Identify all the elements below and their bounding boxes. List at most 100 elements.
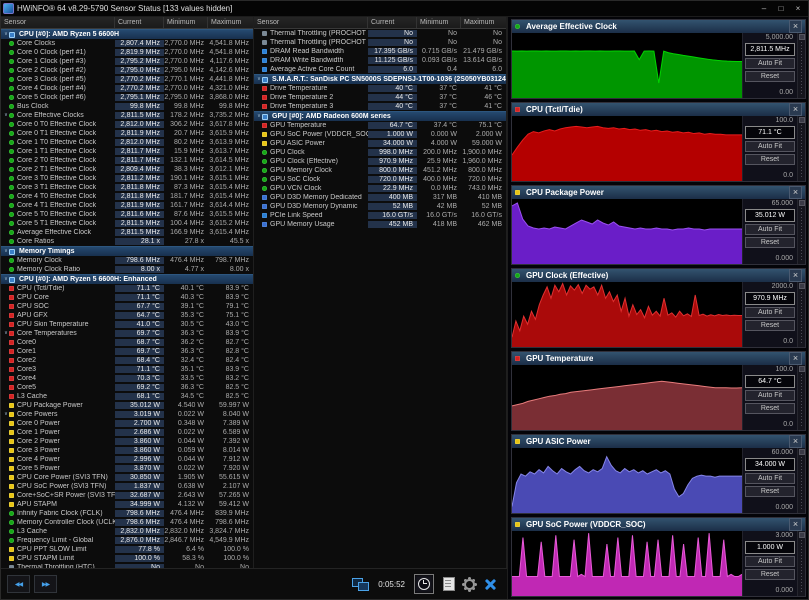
- sensor-row[interactable]: Core+SoC+SR Power (SVI3 TFN) 32.687 W 2.64…: [1, 491, 253, 500]
- close-icon[interactable]: ×: [789, 269, 802, 282]
- close-icon[interactable]: ×: [789, 186, 802, 199]
- auto-fit-button[interactable]: Auto Fit: [745, 141, 795, 152]
- sensor-row[interactable]: Core 3 T0 Effective Clock 2,811.2 MHz 190.…: [1, 174, 253, 183]
- graph-titlebar[interactable]: Average Effective Clock ×: [512, 20, 805, 33]
- reset-button[interactable]: Reset: [745, 237, 795, 248]
- panel-scrollbar[interactable]: [797, 448, 805, 513]
- auto-fit-button[interactable]: Auto Fit: [745, 307, 795, 318]
- sensor-row[interactable]: Core 4 Clock (perf #4) 2,770.2 MHz 2,770.0…: [1, 84, 253, 93]
- gear-icon[interactable]: [464, 578, 475, 590]
- sensor-row[interactable]: Average Active Core Count 6.0 0.4 6.0: [254, 65, 506, 74]
- sensor-row[interactable]: ∨ Core Powers 3.019 W 0.022 W 8.040 W: [1, 410, 253, 419]
- sensor-row[interactable]: Core 1 Clock (perf #3) 2,795.2 MHz 2,770.0…: [1, 57, 253, 66]
- reset-button[interactable]: Reset: [745, 403, 795, 414]
- auto-fit-button[interactable]: Auto Fit: [745, 556, 795, 567]
- sensor-row[interactable]: DRAM Read Bandwidth 17.395 GB/s 0.715 GB/s…: [254, 47, 506, 56]
- sensor-row[interactable]: ∨ Core Temperatures 69.7 °C 36.3 °C 83.9 °C: [1, 329, 253, 338]
- column-header-sensor[interactable]: Sensor: [254, 17, 368, 28]
- sensor-row[interactable]: CPU SOC 67.7 °C 39.1 °C 79.1 °C: [1, 302, 253, 311]
- maximize-icon[interactable]: □: [773, 3, 789, 15]
- column-header-minimum[interactable]: Minimum: [417, 17, 461, 28]
- sensor-row[interactable]: Core 0 T1 Effective Clock 2,811.9 MHz 20.7…: [1, 129, 253, 138]
- sensor-row[interactable]: Infinity Fabric Clock (FCLK) 798.6 MHz 476…: [1, 509, 253, 518]
- sensor-row[interactable]: Core 5 Clock (perf #6) 2,795.1 MHz 2,795.0…: [1, 93, 253, 102]
- sensor-row[interactable]: GPU Temperature 64.7 °C 37.4 °C 75.1 °C: [254, 121, 506, 130]
- column-header-sensor[interactable]: Sensor: [1, 17, 115, 28]
- sensor-row[interactable]: GPU Clock 998.0 MHz 200.0 MHz 1,900.0 MHz: [254, 148, 506, 157]
- sensor-row[interactable]: L3 Cache 2,832.0 MHz 2,832.0 MHz 3,824.7 MH…: [1, 527, 253, 536]
- close-icon[interactable]: ×: [790, 3, 806, 15]
- sensor-row[interactable]: Memory Clock 798.6 MHz 476.4 MHz 798.7 MHz: [1, 256, 253, 265]
- graph-titlebar[interactable]: GPU ASIC Power ×: [512, 435, 805, 448]
- sensor-row[interactable]: GPU SoC Clock 720.0 MHz 400.0 MHz 720.0 MHz: [254, 175, 506, 184]
- sensor-row[interactable]: Core 1 T1 Effective Clock 2,811.7 MHz 15.9…: [1, 147, 253, 156]
- graph-titlebar[interactable]: GPU SoC Power (VDDCR_SOC) ×: [512, 518, 805, 531]
- sensor-row[interactable]: Drive Temperature 2 44 °C 37 °C 46 °C: [254, 93, 506, 102]
- close-sensors-button[interactable]: [484, 578, 497, 591]
- sensor-row[interactable]: CPU Core Power (SVI3 TFN) 30.850 W 1.905 W…: [1, 473, 253, 482]
- minimize-icon[interactable]: –: [756, 3, 772, 15]
- section-header[interactable]: ∨ GPU [#0]: AMD Radeon 600M series: [254, 111, 506, 121]
- sensor-row[interactable]: Core 5 Power 3.870 W 0.022 W 7.920 W: [1, 464, 253, 473]
- section-header[interactable]: ∨ CPU [#0]: AMD Ryzen 5 6600H: [1, 29, 253, 39]
- panel-scrollbar[interactable]: [797, 199, 805, 264]
- graph-titlebar[interactable]: CPU Package Power ×: [512, 186, 805, 199]
- close-icon[interactable]: ×: [789, 20, 802, 33]
- sensor-row[interactable]: CPU (Tctl/Tdie) 71.1 °C 40.1 °C 83.9 °C: [1, 284, 253, 293]
- section-header[interactable]: ∨ S.M.A.R.T.: SanDisk PC SN5000S SDEPNSJ-…: [254, 74, 506, 84]
- sensor-row[interactable]: Core 4 T1 Effective Clock 2,811.9 MHz 161.…: [1, 201, 253, 210]
- close-icon[interactable]: ×: [789, 435, 802, 448]
- table-header[interactable]: Sensor Current Minimum Maximum: [1, 17, 253, 29]
- sensor-row[interactable]: Memory Controller Clock (UCLK) 798.6 MHz 4…: [1, 518, 253, 527]
- sensor-row[interactable]: Drive Temperature 3 40 °C 37 °C 41 °C: [254, 102, 506, 111]
- sensor-row[interactable]: Core 1 T0 Effective Clock 2,812.0 MHz 80.2…: [1, 138, 253, 147]
- sensor-row[interactable]: L3 Cache 68.1 °C 34.5 °C 82.5 °C: [1, 392, 253, 401]
- column-header-maximum[interactable]: Maximum: [208, 17, 253, 28]
- reset-button[interactable]: Reset: [745, 154, 795, 165]
- sensor-row[interactable]: APU GFX 64.7 °C 35.3 °C 75.1 °C: [1, 311, 253, 320]
- sensor-row[interactable]: Core 5 T0 Effective Clock 2,811.6 MHz 87.6…: [1, 210, 253, 219]
- sensor-row[interactable]: Core3 71.1 °C 35.1 °C 83.9 °C: [1, 365, 253, 374]
- sensor-row[interactable]: GPU D3D Memory Dedicated 400 MB 317 MB 410 …: [254, 193, 506, 202]
- sensor-row[interactable]: Core 4 T0 Effective Clock 2,811.8 MHz 181.…: [1, 192, 253, 201]
- sensor-row[interactable]: Average Effective Clock 2,811.5 MHz 166.9 …: [1, 228, 253, 237]
- graph-titlebar[interactable]: GPU Clock (Effective) ×: [512, 269, 805, 282]
- panel-scrollbar[interactable]: [797, 33, 805, 98]
- sensor-row[interactable]: Core 0 Clock (perf #1) 2,819.9 MHz 2,770.0…: [1, 48, 253, 57]
- section-header[interactable]: ∨ Memory Timings: [1, 246, 253, 256]
- sensor-row[interactable]: GPU D3D Memory Dynamic 52 MB 42 MB 52 MB: [254, 202, 506, 211]
- clock-toggle-button[interactable]: [414, 574, 434, 594]
- sensor-row[interactable]: CPU PPT SLOW Limit 77.8 % 6.4 % 100.0 %: [1, 545, 253, 554]
- window-titlebar[interactable]: HWiNFO® 64 v8.29-5790 Sensor Status [133…: [1, 1, 808, 17]
- sensor-row[interactable]: Core2 68.4 °C 32.4 °C 82.4 °C: [1, 356, 253, 365]
- back-button[interactable]: ◀◀: [7, 575, 30, 593]
- column-header-maximum[interactable]: Maximum: [461, 17, 506, 28]
- sensor-row[interactable]: CPU Package Power 35.012 W 4.540 W 59.997 W: [1, 401, 253, 410]
- auto-fit-button[interactable]: Auto Fit: [745, 224, 795, 235]
- reset-button[interactable]: Reset: [745, 71, 795, 82]
- sensor-row[interactable]: GPU ASIC Power 34.000 W 4.000 W 59.000 W: [254, 139, 506, 148]
- graph-titlebar[interactable]: GPU Temperature ×: [512, 352, 805, 365]
- sensor-row[interactable]: Frequency Limit - Global 2,876.0 MHz 2,846…: [1, 536, 253, 545]
- sensor-row[interactable]: CPU STAPM Limit 100.0 % 58.3 % 100.0 %: [1, 554, 253, 563]
- sensor-row[interactable]: Core 0 T0 Effective Clock 2,812.0 MHz 306.…: [1, 120, 253, 129]
- sensor-row[interactable]: Core 2 Power 3.860 W 0.044 W 7.392 W: [1, 437, 253, 446]
- sensor-row[interactable]: Core 5 T1 Effective Clock 2,811.5 MHz 100.…: [1, 219, 253, 228]
- sensor-row[interactable]: Core 4 Power 2.996 W 0.044 W 7.912 W: [1, 455, 253, 464]
- sensor-row[interactable]: Core 3 Clock (perf #5) 2,770.2 MHz 2,770.1…: [1, 75, 253, 84]
- sensor-row[interactable]: Core 2 Clock (perf #2) 2,795.0 MHz 2,795.0…: [1, 66, 253, 75]
- close-icon[interactable]: ×: [789, 103, 802, 116]
- sensor-row[interactable]: Core1 69.7 °C 36.3 °C 82.8 °C: [1, 347, 253, 356]
- reset-button[interactable]: Reset: [745, 486, 795, 497]
- sensor-row[interactable]: Core 2 T1 Effective Clock 2,809.4 MHz 38.3…: [1, 165, 253, 174]
- column-header-minimum[interactable]: Minimum: [164, 17, 208, 28]
- graph-titlebar[interactable]: CPU (Tctl/Tdie) ×: [512, 103, 805, 116]
- sensor-row[interactable]: DRAM Write Bandwidth 11.125 GB/s 0.093 GB/…: [254, 56, 506, 65]
- sensor-row[interactable]: Core5 69.2 °C 36.3 °C 82.5 °C: [1, 383, 253, 392]
- sensor-row[interactable]: CPU SoC Power (SVI3 TFN) 1.837 W 0.638 W 2.…: [1, 482, 253, 491]
- sensor-row[interactable]: Core 1 Power 2.686 W 0.022 W 6.589 W: [1, 428, 253, 437]
- sensor-row[interactable]: ∨ Core Effective Clocks 2,811.5 MHz 178.2 M…: [1, 111, 253, 120]
- auto-fit-button[interactable]: Auto Fit: [745, 58, 795, 69]
- reset-button[interactable]: Reset: [745, 569, 795, 580]
- sensor-row[interactable]: Core 3 T1 Effective Clock 2,811.8 MHz 87.3…: [1, 183, 253, 192]
